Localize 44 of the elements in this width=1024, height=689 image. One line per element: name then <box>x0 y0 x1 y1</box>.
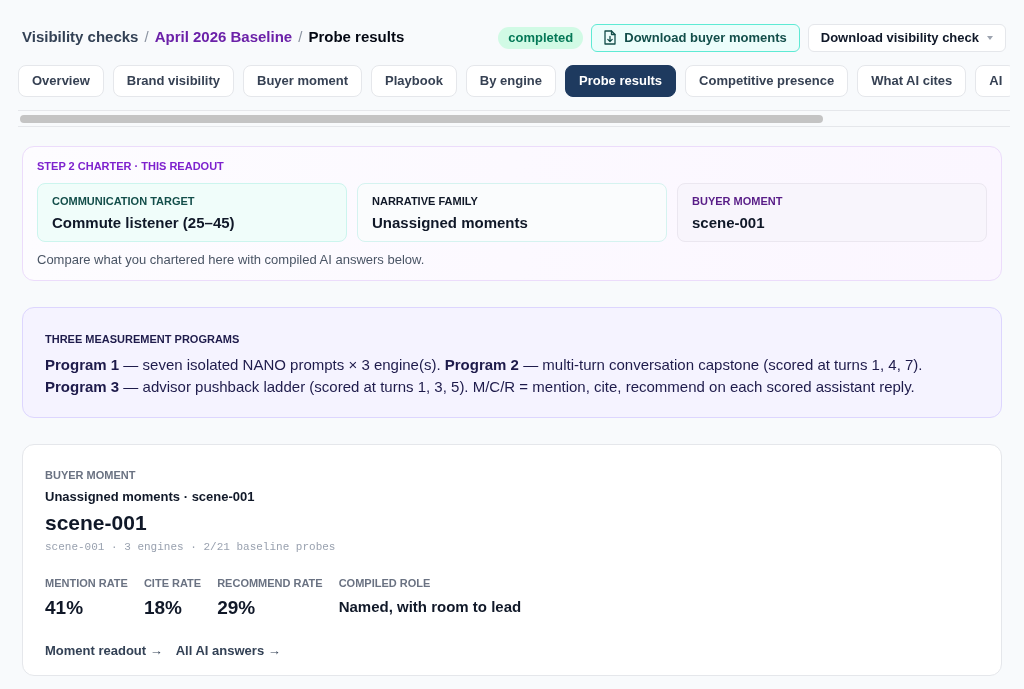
tab[interactable]: What AI cites <box>857 65 967 97</box>
role-value: Named, with room to lead <box>338 597 522 617</box>
card-value: Unassigned moments <box>372 213 529 233</box>
tab[interactable]: Brand visibility <box>112 65 235 97</box>
breadcrumb-separator: / <box>298 27 303 48</box>
moment-title: scene-001 <box>45 511 148 535</box>
programs-description: Program 1 — seven isolated NANO prompts × 3 engine(s). Program 2 — multi-turn conversation capstone (scored at turns 1, 4, 7). Program 3 — advisor pushback ladder (scored at turns 1, 3, 5). M/C/R = mention, cite, recommend on each scored assistant reply. <box>45 355 924 397</box>
metric-label: MENTION RATE <box>45 576 128 590</box>
file-download-icon <box>604 30 617 45</box>
metric-value: 18% <box>143 596 183 620</box>
caret-icon <box>987 35 993 40</box>
card-label: COMMUNICATION TARGET <box>52 195 196 208</box>
tab[interactable]: AI <box>975 65 1010 97</box>
moment-meta: scene-001 · 3 engines · 2/21 baseline probes <box>45 540 337 554</box>
dropdown-button[interactable]: Download visibility check <box>807 23 1006 52</box>
charter-note: Compare what you chartered here with compiled AI answers below. <box>37 251 426 269</box>
moment-link[interactable]: All AI answers → <box>175 642 281 660</box>
metric-label: CITE RATE <box>143 576 202 590</box>
card-label: NARRATIVE FAMILY <box>372 195 479 208</box>
tab[interactable]: Probe results <box>565 65 677 97</box>
card-value: scene-001 <box>692 213 766 233</box>
tab[interactable]: Buyer moment <box>243 65 363 97</box>
programs-heading: THREE MEASUREMENT PROGRAMS <box>45 332 241 346</box>
metric-value: 41% <box>45 596 85 620</box>
metric-value: 29% <box>217 596 257 620</box>
tab[interactable]: Overview <box>18 65 104 97</box>
breadcrumb-current: Probe results <box>308 27 405 48</box>
status-badge: completed <box>498 26 584 49</box>
breadcrumb-separator: / <box>144 27 149 48</box>
charter-heading: STEP 2 CHARTER · THIS READOUT <box>37 159 225 173</box>
tab[interactable]: Competitive presence <box>685 65 849 97</box>
role-label: COMPILED ROLE <box>338 576 432 590</box>
card-label: BUYER MOMENT <box>692 195 784 208</box>
breadcrumb-link[interactable]: April 2026 Baseline <box>154 26 293 49</box>
moment-subtitle: Unassigned moments · scene-001 <box>45 489 256 505</box>
moment-eyebrow: BUYER MOMENT <box>45 468 137 482</box>
tab[interactable]: By engine <box>465 65 556 97</box>
download-button[interactable]: Download buyer moments <box>591 23 800 52</box>
breadcrumb-link[interactable]: Visibility checks <box>22 26 139 49</box>
moment-link[interactable]: Moment readout → <box>45 642 163 660</box>
horizontal-scrollbar[interactable] <box>18 110 1010 127</box>
card-value: Commute listener (25–45) <box>52 213 236 233</box>
tab[interactable]: Playbook <box>371 65 457 97</box>
metric-label: RECOMMEND RATE <box>217 576 323 590</box>
